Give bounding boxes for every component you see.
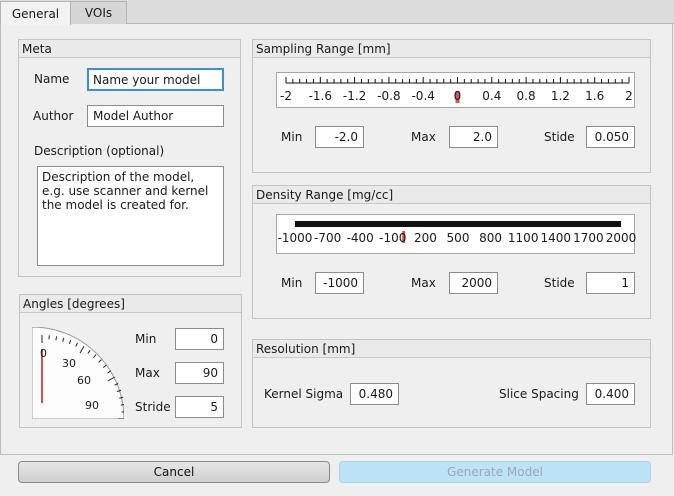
sampling-stride-field[interactable]: 0.050 [586,126,635,148]
density-stride-field[interactable]: 1 [586,272,635,294]
density-tick-label: 1100 [507,231,539,245]
density-tick-label: -100 [379,231,407,245]
sampling-tick-label: 1.6 [585,89,605,103]
slice-spacing-field[interactable]: 0.400 [586,383,635,405]
sampling-tick-label: 0.4 [482,89,502,103]
sampling-group: Sampling Range [mm] -2 -1.6 -1.2 -0.8 -0.4 0 0… [252,39,651,173]
name-field[interactable]: Name your model [87,68,224,91]
gauge-label-0: 0 [40,347,47,360]
description-label: Description (optional) [34,144,165,158]
gauge-label-30: 30 [62,357,76,370]
density-group: Density Range [mg/cc] -1000 -700 -400 -100 2… [252,185,651,319]
density-tick-label: 1400 [540,231,572,245]
slice-spacing-label: Slice Spacing [499,387,579,401]
kernel-sigma-field[interactable]: 0.480 [350,383,399,405]
density-tick-label: 800 [479,231,503,245]
angle-stride-field[interactable]: 5 [175,396,224,418]
angle-max-label: Max [135,366,160,380]
angle-min-label: Min [135,332,157,346]
density-tick-label: 200 [413,231,437,245]
resolution-title: Resolution [mm] [253,340,650,358]
sampling-min-label: Min [281,130,303,144]
meta-group: Meta Name Name your model Author Model A… [18,39,241,277]
meta-title: Meta [19,40,240,58]
cancel-button[interactable]: Cancel [18,461,330,483]
tab-vois[interactable]: VOIs [70,1,127,24]
density-min-label: Min [281,276,303,290]
sampling-max-label: Max [411,130,436,144]
density-tick-label: 500 [446,231,470,245]
angle-stride-label: Stride [135,400,171,414]
density-tick-label: -1000 [277,231,313,245]
angles-title: Angles [degrees] [20,295,241,313]
angle-min-field[interactable]: 0 [175,328,224,350]
density-max-label: Max [411,276,436,290]
density-tick-labels: -1000 -700 -400 -100 200 500 800 1100 1400 1700 20… [277,231,637,247]
angles-group: Angles [degrees] 0 30 60 90 Min 0 Max 90… [19,294,242,428]
sampling-tick-label: 0.8 [516,89,536,103]
sampling-tick-label: 0 [453,89,462,103]
density-min-field[interactable]: -1000 [315,272,364,294]
density-tick-label: 2000 [605,231,637,245]
sampling-title: Sampling Range [mm] [253,40,650,58]
sampling-tick-label: 1.2 [550,89,570,103]
generate-model-button[interactable]: Generate Model [339,461,651,483]
sampling-tick-label: -0.4 [411,89,435,103]
density-stride-label: Stide [544,276,575,290]
density-track [295,221,621,227]
angle-max-field[interactable]: 90 [175,362,224,384]
resolution-group: Resolution [mm] Kernel Sigma 0.480 Slice… [252,339,651,428]
tab-general[interactable]: General [0,1,71,25]
author-label: Author [33,109,74,123]
kernel-sigma-label: Kernel Sigma [264,387,344,401]
sampling-tick-label: 2 [625,89,633,103]
density-tick-label: -400 [346,231,374,245]
density-slider[interactable]: -1000 -700 -400 -100 200 500 800 1100 1400 1700 20… [276,214,637,254]
sampling-slider[interactable]: -2 -1.6 -1.2 -0.8 -0.4 0 0.4 0.8 1.2 1.6 2 [276,72,635,108]
sampling-stride-label: Stide [544,130,575,144]
sampling-tick-label: -1.2 [342,89,367,103]
tab-general-label: General [11,6,60,21]
name-label: Name [34,72,70,86]
sampling-max-field[interactable]: 2.0 [449,126,498,148]
gauge-minor-tick [120,404,124,406]
author-field[interactable]: Model Author [87,105,224,127]
gauge-minor-tick [55,336,58,341]
gauge-label-90: 90 [85,399,99,412]
density-max-field[interactable]: 2000 [449,272,498,294]
sampling-tick-label: -1.6 [308,89,333,103]
density-tick-label: -700 [313,231,342,245]
gauge-label-60: 60 [77,374,91,387]
sampling-tick-label: -2 [280,89,292,103]
sampling-tick-label: -0.8 [377,89,401,103]
density-title: Density Range [mg/cc] [253,186,650,204]
tab-vois-label: VOIs [84,6,113,20]
angle-gauge[interactable] [32,327,124,419]
description-textarea[interactable]: Description of the model, e.g. use scann… [37,166,224,266]
density-tick-label: 1700 [573,231,604,245]
gauge-face [32,327,124,419]
sampling-min-field[interactable]: -2.0 [315,126,364,148]
sampling-tick-labels: -2 -1.6 -1.2 -0.8 -0.4 0 0.4 0.8 1.2 1.6 2 [277,89,634,105]
